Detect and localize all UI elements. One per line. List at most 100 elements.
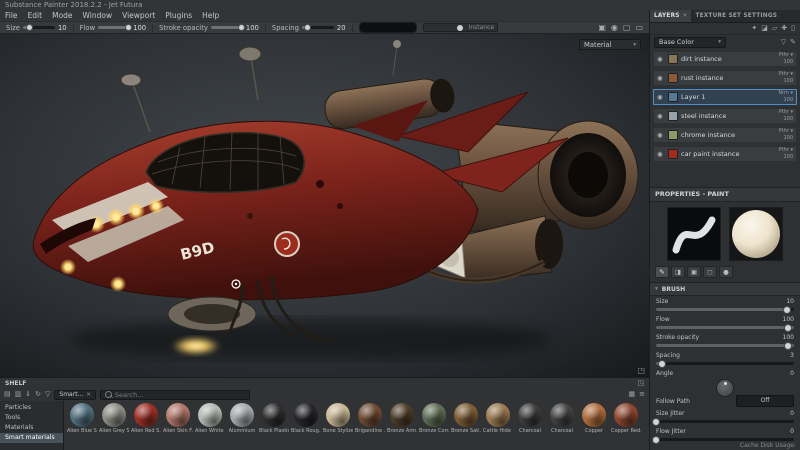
brush-stroke-preview[interactable] [667,207,721,261]
slider-thumb[interactable] [652,418,660,426]
slider-size[interactable]: Size10 [650,296,800,314]
alpha-preview[interactable] [359,22,417,33]
slider-thumb[interactable] [658,360,666,368]
slider-thumb[interactable] [784,342,792,350]
slider-stroke-opacity[interactable]: Stroke opacity100 [650,332,800,350]
instance-slider-thumb[interactable] [457,25,463,31]
folder-icon[interactable]: ▤ [4,391,11,398]
shelf-search-input[interactable] [115,391,245,399]
layer-blend-mode[interactable]: Pthr ▾ [779,53,793,58]
layer-opacity[interactable]: 100 [783,98,793,103]
menu-file[interactable]: File [0,11,23,20]
import-icon[interactable]: ⇓ [25,391,31,398]
layer-row[interactable]: ◉car paint instancePthr ▾100 [653,146,797,162]
menu-help[interactable]: Help [197,11,224,20]
layer-opacity[interactable]: 100 [783,79,793,84]
slider-track[interactable] [302,26,334,29]
material-item[interactable]: Bronze Corr... [419,403,449,448]
material-item[interactable]: Copper Red... [611,403,641,448]
brush-section-header[interactable]: ▾ BRUSH [650,282,800,296]
tab-layers[interactable]: LAYERS ✕ [650,10,691,22]
effects-wand-icon[interactable]: ✦ [751,25,757,32]
layer-row[interactable]: ◉steel instancePthr ▾100 [653,108,797,124]
instance-slider[interactable]: Instance [423,23,499,32]
visibility-toggle-icon[interactable]: ◉ [657,132,665,139]
material-item[interactable]: Alien Red S... [131,403,161,448]
layer-opacity[interactable]: 100 [783,136,793,141]
slider-thumb[interactable] [652,436,660,444]
slider-track[interactable] [656,362,794,365]
layer-blend-mode[interactable]: Pthr ▾ [779,72,793,77]
tab-texture-set-settings[interactable]: TEXTURE SET SETTINGS [691,10,781,22]
angle-dial[interactable] [716,379,734,397]
shelf-category-particles[interactable]: Particles [0,403,63,413]
layer-row[interactable]: ◉dirt instancePthr ▾100 [653,51,797,67]
slider-thumb[interactable] [783,306,791,314]
close-tab-icon[interactable]: ✕ [683,13,688,19]
layer-opacity[interactable]: 100 [783,155,793,160]
layer-row[interactable]: ◉chrome instancePthr ▾100 [653,127,797,143]
slider-track[interactable] [656,438,794,441]
visibility-toggle-icon[interactable]: ◉ [657,56,665,63]
record-icon[interactable]: ▢ [623,24,631,32]
toolbar-slider-stroke-opacity[interactable]: Stroke opacity100 [159,24,266,32]
layer-blend-mode[interactable]: Pthr ▾ [779,110,793,115]
channel-select[interactable]: Base Color ▾ [654,37,726,48]
menu-mode[interactable]: Mode [47,11,77,20]
fill-layer-icon[interactable]: ◪ [761,25,768,32]
slider-track[interactable] [23,26,55,29]
camera-icon[interactable]: ◉ [611,24,618,32]
material-item[interactable]: Aluminium [227,403,257,448]
filter-icon[interactable]: ▽ [45,391,50,398]
slider-thumb[interactable] [238,24,245,31]
material-tab-icon[interactable]: ● [719,266,733,278]
visibility-toggle-icon[interactable]: ◉ [657,75,665,82]
expand-shelf-icon[interactable]: ◳ [637,380,644,387]
follow-path-toggle[interactable]: Off [736,395,794,407]
menu-window[interactable]: Window [78,11,118,20]
material-mode-dropdown[interactable]: Material ▾ [579,39,641,50]
add-layer-icon[interactable]: ✚ [781,25,787,32]
material-item[interactable]: Black Roug... [291,403,321,448]
slider-track[interactable] [656,344,794,347]
layer-blend-mode[interactable]: Pthr ▾ [779,148,793,153]
remove-filter-icon[interactable]: ✕ [86,392,91,398]
visibility-toggle-icon[interactable]: ◉ [657,113,665,120]
filter-icon[interactable]: ▽ [781,39,786,46]
layer-row[interactable]: ◉rust instancePthr ▾100 [653,70,797,86]
grid-view-icon[interactable]: ▦ [629,391,636,398]
expand-viewport-icon[interactable]: ◳ [637,366,645,375]
geometry-tab-icon[interactable]: ◻ [703,266,717,278]
slider-thumb[interactable] [304,24,311,31]
material-preview-sphere[interactable] [729,207,783,261]
slider-thumb[interactable] [26,24,33,31]
slider-spacing[interactable]: Spacing3 [650,350,800,368]
slider-thumb[interactable] [125,24,132,31]
refresh-icon[interactable]: ↻ [35,391,41,398]
material-item[interactable]: Alien Grey S... [99,403,129,448]
material-item[interactable]: Brigandine ... [355,403,385,448]
shelf-category-smart-materials[interactable]: Smart materials [0,433,63,443]
slider-track[interactable] [656,326,794,329]
layer-blend-mode[interactable]: Nrm ▾ [778,91,793,96]
toolbar-slider-spacing[interactable]: Spacing20 [272,24,353,32]
visibility-toggle-icon[interactable]: ◉ [657,151,665,158]
brush-tab-icon[interactable]: ✎ [655,266,669,278]
material-item[interactable]: Alien Skin F... [163,403,193,448]
toolbar-slider-flow[interactable]: Flow100 [80,24,154,32]
list-view-icon[interactable]: ≡ [639,391,645,398]
toolbar-slider-size[interactable]: Size10 [6,24,74,32]
material-item[interactable]: Charcoal [515,403,545,448]
material-item[interactable]: Bone Stylized [323,403,353,448]
material-item[interactable]: Black Plastic [259,403,289,448]
menu-plugins[interactable]: Plugins [160,11,197,20]
material-item[interactable]: Bronze Arm... [387,403,417,448]
slider-track[interactable] [211,26,243,29]
projection-tab-icon[interactable]: ▣ [687,266,701,278]
eraser-tab-icon[interactable]: ◨ [671,266,685,278]
layer-blend-mode[interactable]: Pthr ▾ [779,129,793,134]
slider-flow[interactable]: Flow100 [650,314,800,332]
menu-viewport[interactable]: Viewport [117,11,160,20]
3d-viewport[interactable]: B9D [0,34,649,377]
material-item[interactable]: Copper [579,403,609,448]
